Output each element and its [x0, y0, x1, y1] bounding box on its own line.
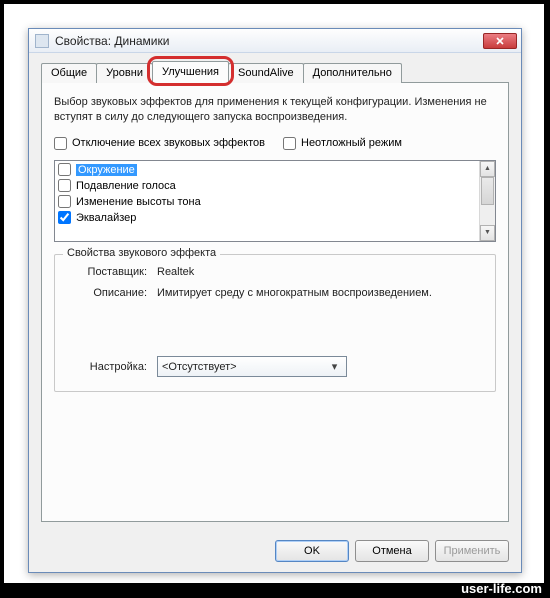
list-item-checkbox[interactable] — [58, 163, 71, 176]
list-item-checkbox[interactable] — [58, 179, 71, 192]
cancel-button[interactable]: Отмена — [355, 540, 429, 562]
setting-selected-value: <Отсутствует> — [162, 361, 327, 373]
window-title: Свойства: Динамики — [55, 34, 483, 48]
list-item[interactable]: Изменение высоты тона — [56, 194, 478, 210]
effects-list-items: Окружение Подавление голоса Изменение высо… — [55, 161, 479, 241]
list-item-label: Окружение — [76, 164, 137, 176]
setting-combobox[interactable]: <Отсутствует> ▾ — [157, 356, 347, 377]
tab-advanced[interactable]: Дополнительно — [303, 63, 402, 83]
group-title: Свойства звукового эффекта — [63, 247, 220, 259]
list-item-checkbox[interactable] — [58, 195, 71, 208]
effect-properties-group: Свойства звукового эффекта Поставщик: Re… — [54, 254, 496, 393]
dialog-content: Общие Уровни Улучшения SoundAlive Дополн… — [29, 53, 521, 532]
tab-strip: Общие Уровни Улучшения SoundAlive Дополн… — [41, 63, 509, 83]
vendor-label: Поставщик: — [67, 265, 157, 278]
disable-all-effects-checkbox[interactable]: Отключение всех звуковых эффектов — [54, 137, 265, 150]
panel-description: Выбор звуковых эффектов для применения к… — [54, 95, 496, 125]
close-icon — [496, 37, 504, 45]
setting-label: Настройка: — [67, 360, 157, 373]
description-value: Имитирует среду с многократным воспроизв… — [157, 286, 483, 301]
window-icon — [35, 34, 49, 48]
close-button[interactable] — [483, 33, 517, 49]
list-item-label: Подавление голоса — [76, 180, 176, 192]
disable-all-effects-label: Отключение всех звуковых эффектов — [72, 137, 265, 149]
ok-button[interactable]: OK — [275, 540, 349, 562]
chevron-down-icon: ▾ — [327, 359, 342, 374]
scroll-down-button[interactable]: ▼ — [480, 225, 495, 241]
tab-enhancements[interactable]: Улучшения — [152, 61, 229, 83]
watermark: user-life.com — [461, 581, 542, 596]
tab-general[interactable]: Общие — [41, 63, 97, 83]
titlebar: Свойства: Динамики — [29, 29, 521, 53]
setting-row: Настройка: <Отсутствует> ▾ — [67, 356, 483, 377]
urgent-mode-checkbox[interactable]: Неотложный режим — [283, 137, 402, 150]
vendor-value: Realtek — [157, 265, 483, 280]
list-item[interactable]: Эквалайзер — [56, 210, 478, 226]
disable-all-effects-input[interactable] — [54, 137, 67, 150]
tab-panel: Выбор звуковых эффектов для применения к… — [41, 82, 509, 522]
vendor-row: Поставщик: Realtek — [67, 265, 483, 280]
dialog-button-bar: OK Отмена Применить — [275, 540, 509, 562]
urgent-mode-input[interactable] — [283, 137, 296, 150]
scroll-up-button[interactable]: ▲ — [480, 161, 495, 177]
description-label: Описание: — [67, 286, 157, 299]
description-row: Описание: Имитирует среду с многократным… — [67, 286, 483, 301]
scroll-thumb[interactable] — [481, 177, 494, 206]
properties-dialog: Свойства: Динамики Общие Уровни Улучшени… — [28, 28, 522, 573]
apply-button[interactable]: Применить — [435, 540, 509, 562]
urgent-mode-label: Неотложный режим — [301, 137, 402, 149]
page-container: Свойства: Динамики Общие Уровни Улучшени… — [4, 4, 544, 583]
top-options-row: Отключение всех звуковых эффектов Неотло… — [54, 137, 496, 150]
effects-listbox[interactable]: Окружение Подавление голоса Изменение высо… — [54, 160, 496, 242]
list-item-checkbox[interactable] — [58, 211, 71, 224]
list-item-label: Эквалайзер — [76, 212, 136, 224]
tab-soundalive[interactable]: SoundAlive — [228, 63, 304, 83]
list-item[interactable]: Подавление голоса — [56, 178, 478, 194]
list-item[interactable]: Окружение — [56, 162, 478, 178]
listbox-scrollbar[interactable]: ▲ ▼ — [479, 161, 495, 241]
scroll-track[interactable] — [480, 177, 495, 225]
tab-levels[interactable]: Уровни — [96, 63, 153, 83]
list-item-label: Изменение высоты тона — [76, 196, 201, 208]
